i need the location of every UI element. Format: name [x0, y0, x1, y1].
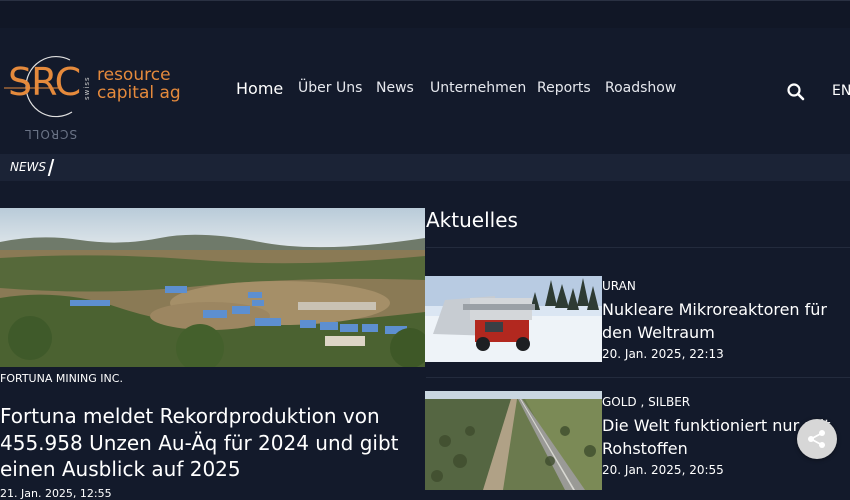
logo-swiss: swiss — [83, 76, 91, 100]
logo-mark: SRC — [8, 60, 81, 104]
scroll-hint: SCROLL — [24, 127, 78, 141]
news-title[interactable]: Nukleare Mikroreaktoren für den Weltraum — [602, 298, 847, 344]
news-thumb-uran[interactable] — [425, 276, 602, 362]
logo[interactable]: SRC swiss resource capital ag — [0, 52, 185, 118]
ticker-separator — [47, 159, 55, 176]
search-icon[interactable] — [786, 82, 806, 102]
news-date: 20. Jan. 2025, 22:13 — [602, 347, 724, 361]
share-button[interactable] — [797, 419, 837, 459]
row-divider — [426, 377, 850, 378]
share-icon — [808, 430, 825, 448]
ticker-label: NEWS — [10, 160, 47, 174]
nav-roadshow[interactable]: Roadshow — [605, 80, 676, 96]
nav-reports[interactable]: Reports — [537, 80, 591, 96]
language-switch[interactable]: EN — [832, 83, 850, 99]
featured-date: 21. Jan. 2025, 12:55 — [0, 487, 112, 500]
featured-title[interactable]: Fortuna meldet Rekordproduktion von 455.… — [0, 403, 425, 483]
nav-news[interactable]: News — [376, 80, 414, 96]
aktuelles-divider — [426, 247, 850, 248]
logo-line2: capital ag — [97, 83, 181, 103]
news-category[interactable]: URAN — [602, 279, 636, 293]
featured-category[interactable]: FORTUNA MINING INC. — [0, 372, 123, 385]
nav-ueber-uns[interactable]: Über Uns — [298, 80, 362, 96]
news-ticker: NEWS — [0, 154, 850, 181]
top-strip — [0, 0, 850, 28]
logo-line1: resource — [97, 65, 171, 85]
nav-unternehmen[interactable]: Unternehmen — [430, 80, 526, 96]
news-category[interactable]: GOLD , SILBER — [602, 395, 690, 409]
nav-home[interactable]: Home — [236, 79, 283, 98]
featured-image[interactable] — [0, 208, 425, 367]
news-thumb-gold[interactable] — [425, 391, 602, 490]
aktuelles-heading: Aktuelles — [426, 208, 518, 232]
news-date: 20. Jan. 2025, 20:55 — [602, 463, 724, 477]
